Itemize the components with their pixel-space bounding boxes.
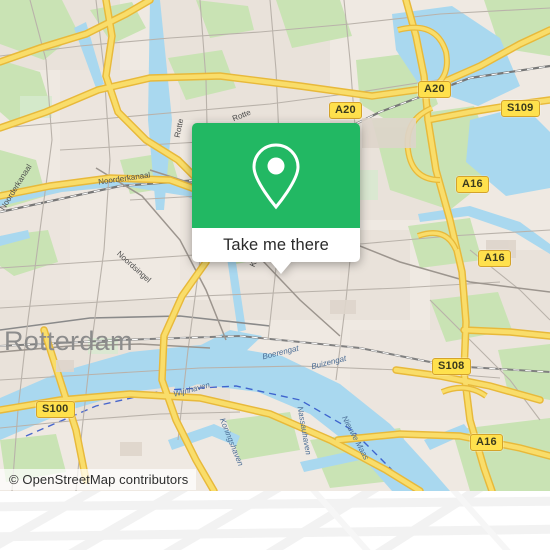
popup-pointer-tail [270, 261, 292, 274]
footer-watermark [0, 491, 550, 550]
map-screenshot: Rotterdam Noorderkanaal Noorderkanaal No… [0, 0, 550, 550]
highway-shield-a16[interactable]: A16 [478, 250, 511, 267]
highway-shield-a16[interactable]: A16 [456, 176, 489, 193]
highway-shield-a20[interactable]: A20 [418, 81, 451, 98]
highway-shield-a20[interactable]: A20 [329, 102, 362, 119]
take-me-there-label: Take me there [223, 235, 329, 254]
popup-icon-area [192, 123, 360, 228]
highway-shield-s108[interactable]: S108 [432, 358, 471, 375]
take-me-there-popup[interactable]: Take me there [192, 123, 360, 274]
highway-shield-s109[interactable]: S109 [501, 100, 540, 117]
highway-shield-s100[interactable]: S100 [36, 401, 75, 418]
map-pin-icon [252, 142, 300, 209]
map-attribution[interactable]: © OpenStreetMap contributors [0, 469, 197, 490]
footer-bar: Raad Kralingen Cv, Netherlands moovit [0, 491, 550, 550]
highway-shield-a16[interactable]: A16 [470, 434, 503, 451]
popup-action-bar[interactable]: Take me there [192, 228, 360, 262]
